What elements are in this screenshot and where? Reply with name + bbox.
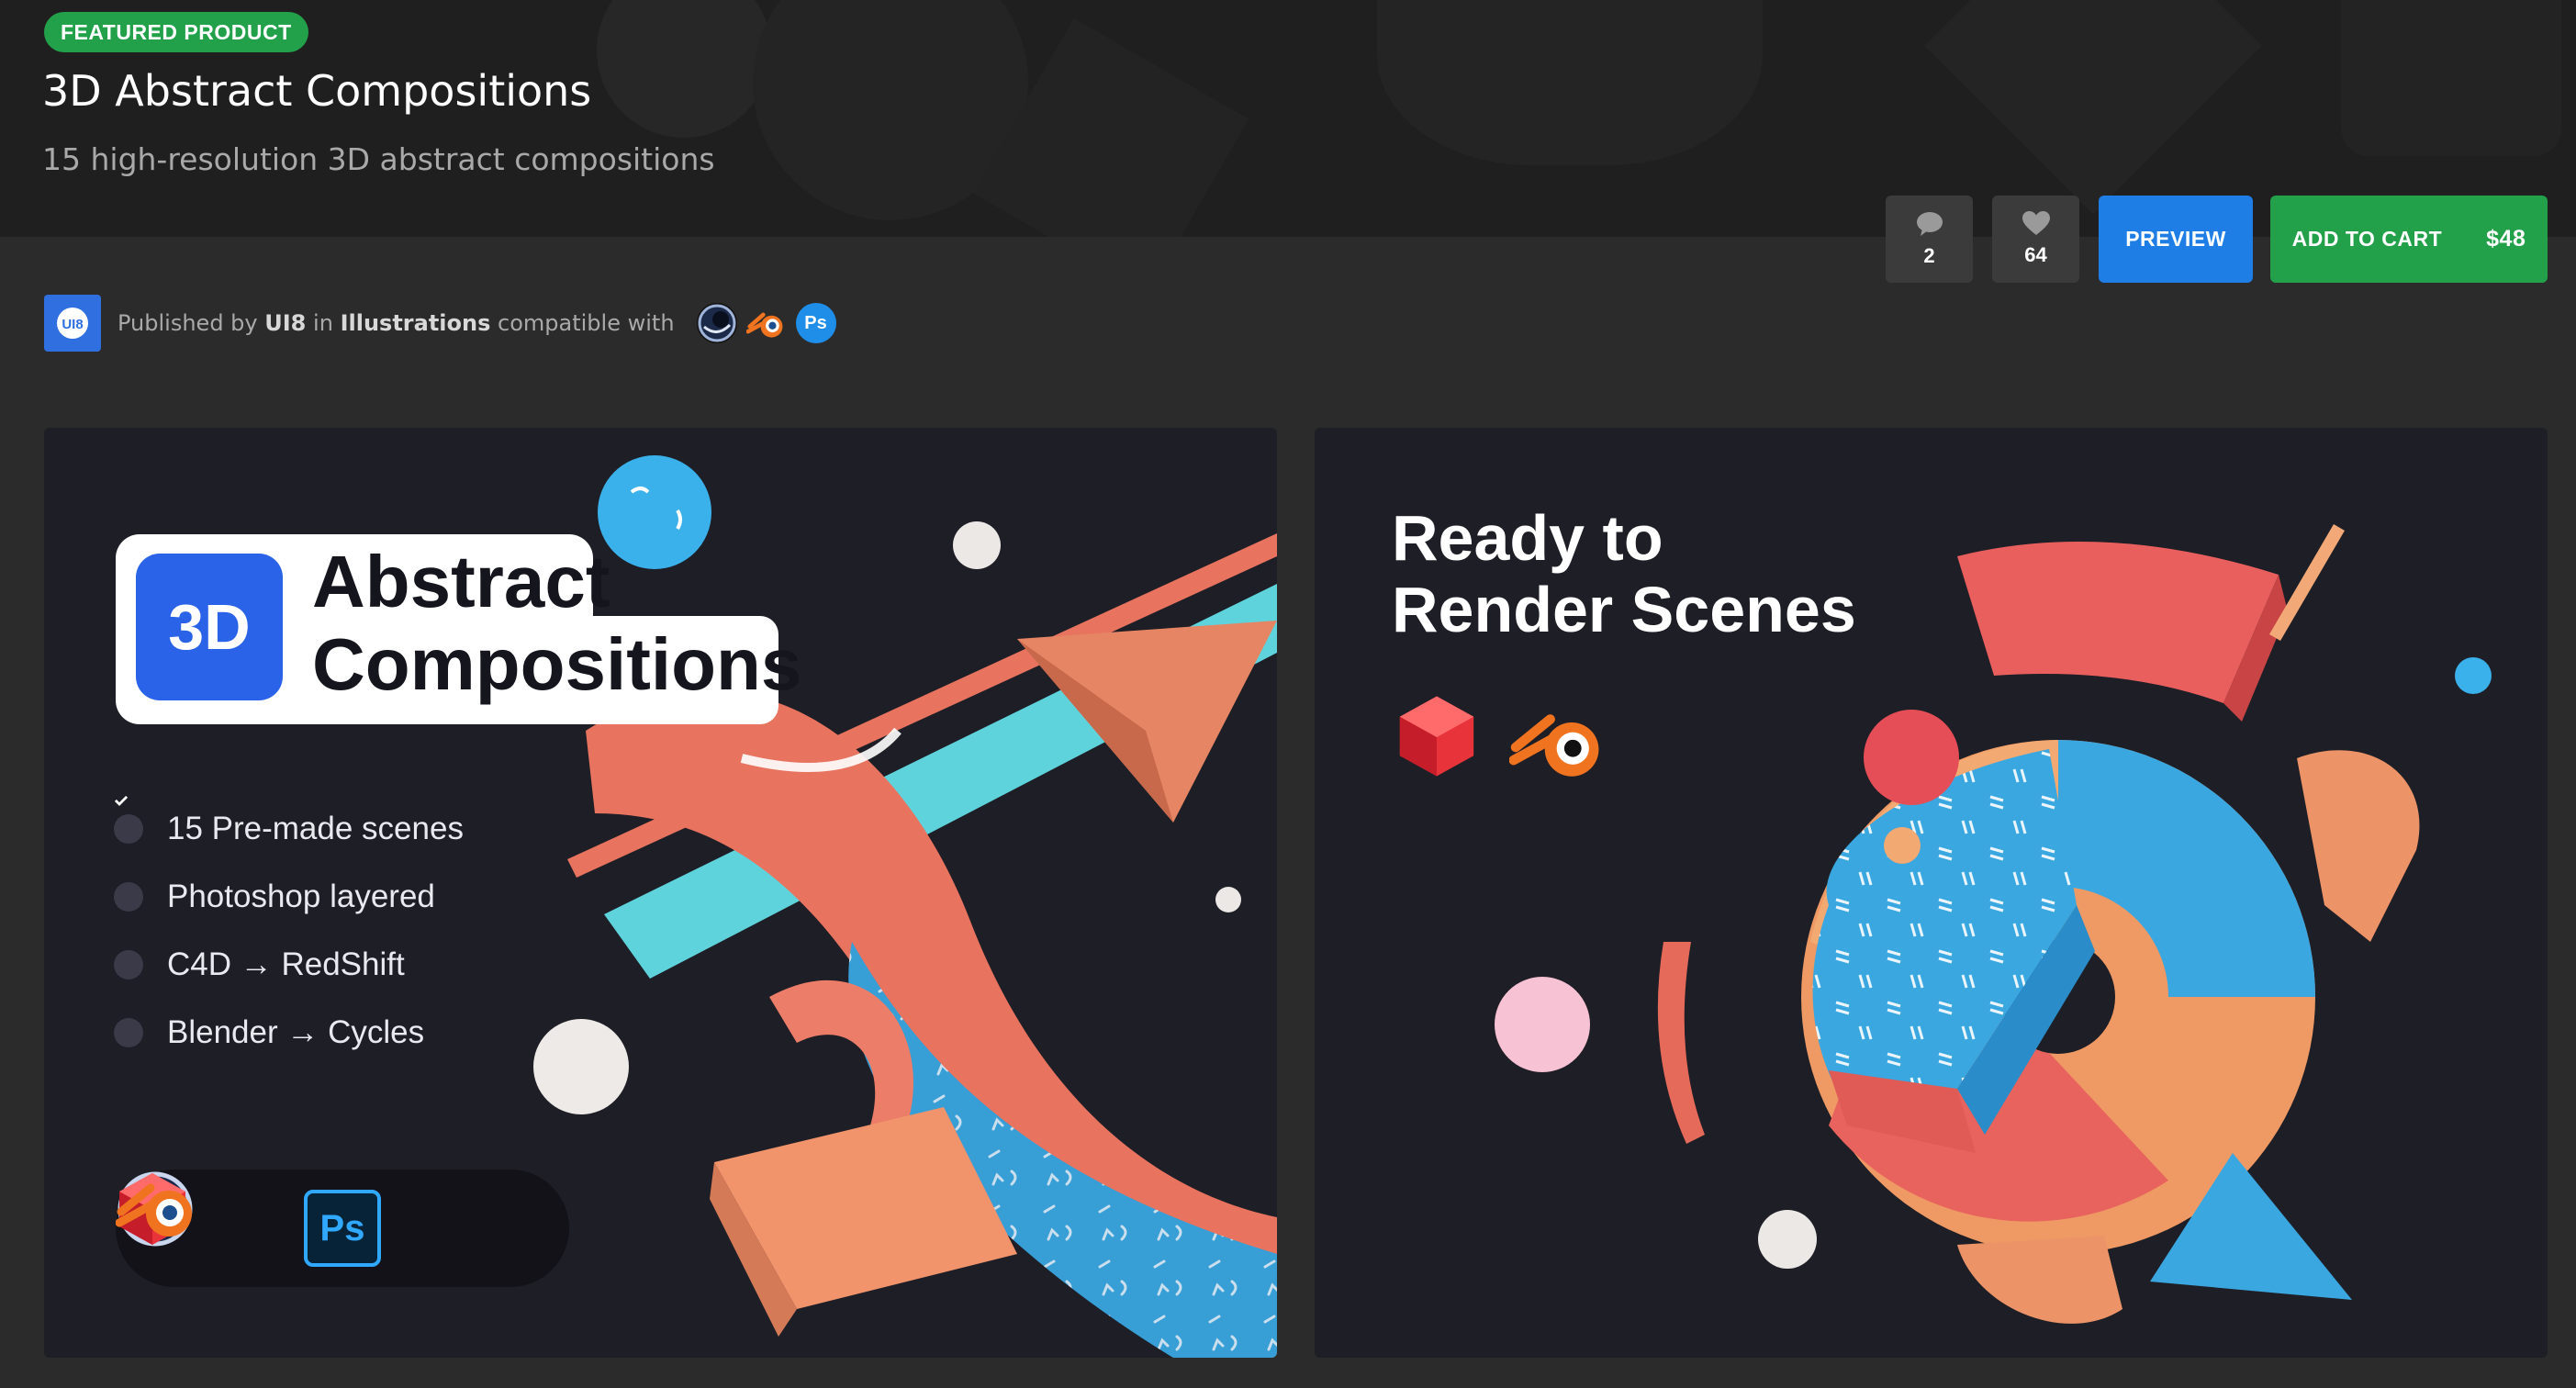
photoshop-label: Ps bbox=[319, 1207, 365, 1248]
ui8-logo-text: UI8 bbox=[62, 317, 83, 332]
product-title: 3D Abstract Compositions bbox=[42, 66, 592, 116]
in-label: in bbox=[313, 310, 333, 336]
category-link[interactable]: Illustrations bbox=[341, 310, 491, 336]
feature-item: C4D → RedShift bbox=[114, 796, 464, 999]
likes-count: 64 bbox=[2024, 243, 2047, 266]
publisher-row: UI8 Published by UI8 in Illustrations co… bbox=[44, 295, 836, 352]
comments-button[interactable]: 2 bbox=[1886, 196, 1973, 283]
compatible-label: compatible with bbox=[498, 310, 675, 336]
feature-label: 15 Pre-made scenes bbox=[167, 811, 464, 846]
preview2-title-line2: Render Scenes bbox=[1392, 574, 1856, 645]
header-decoration bbox=[2341, 0, 2561, 156]
preview-title-line2: Compositions bbox=[312, 623, 802, 705]
add-to-cart-label: ADD TO CART bbox=[2291, 227, 2443, 251]
add-to-cart-button[interactable]: ADD TO CART $48 bbox=[2270, 196, 2548, 283]
feature-label: Photoshop layered bbox=[167, 879, 435, 914]
redshift-icon bbox=[1399, 696, 1474, 777]
preview-image-1[interactable]: 3D Abstract Compositions 15 Pre-made sce… bbox=[44, 428, 1277, 1358]
comment-icon bbox=[1916, 211, 1943, 236]
check-icon bbox=[114, 796, 143, 912]
preview-title-line1: Abstract bbox=[312, 541, 610, 622]
feature-label: C4D → RedShift bbox=[167, 946, 405, 982]
feature-list: 15 Pre-made scenes Photoshop layered C4D… bbox=[114, 795, 464, 1067]
publisher-avatar[interactable]: UI8 bbox=[44, 295, 101, 352]
product-subtitle: 15 high-resolution 3D abstract compositi… bbox=[42, 141, 715, 177]
photoshop-label: Ps bbox=[804, 312, 827, 333]
check-icon bbox=[114, 796, 143, 979]
preview2-title-line1: Ready to bbox=[1392, 502, 1663, 574]
preview-image-2[interactable]: Ready to Render Scenes bbox=[1315, 428, 2548, 1358]
blender-icon bbox=[1509, 714, 1599, 777]
header-decoration bbox=[1924, 0, 2262, 215]
feature-item: Blender → Cycles bbox=[114, 796, 464, 1067]
featured-badge: FEATURED PRODUCT bbox=[44, 12, 308, 52]
3d-badge: 3D bbox=[136, 554, 283, 700]
cinema4d-icon bbox=[696, 303, 737, 343]
publisher-text: Published by UI8 in Illustrations compat… bbox=[118, 310, 675, 336]
author-link[interactable]: UI8 bbox=[264, 310, 306, 336]
photoshop-icon: Ps bbox=[304, 1190, 381, 1267]
check-icon bbox=[114, 796, 143, 1047]
ui8-logo-icon: UI8 bbox=[57, 308, 88, 339]
blender-icon bbox=[745, 303, 787, 343]
feature-item: 15 Pre-made scenes bbox=[114, 795, 464, 863]
heart-icon bbox=[2022, 211, 2050, 235]
published-by-label: Published by bbox=[118, 310, 258, 336]
feature-item: Photoshop layered bbox=[114, 796, 464, 931]
price-label: $48 bbox=[2486, 226, 2526, 252]
comments-count: 2 bbox=[1923, 243, 1935, 267]
like-button[interactable]: 64 bbox=[1992, 196, 2079, 283]
check-icon bbox=[114, 796, 143, 844]
photoshop-icon: Ps bbox=[795, 303, 836, 343]
preview-button[interactable]: PREVIEW bbox=[2099, 196, 2253, 283]
tool-icons-pill: Ps bbox=[116, 1170, 569, 1287]
header-decoration bbox=[597, 0, 771, 138]
header-decoration bbox=[1377, 0, 1763, 165]
blender-icon bbox=[116, 1183, 192, 1237]
feature-label: Blender → Cycles bbox=[167, 1014, 425, 1050]
compatible-apps: Ps bbox=[696, 303, 836, 343]
